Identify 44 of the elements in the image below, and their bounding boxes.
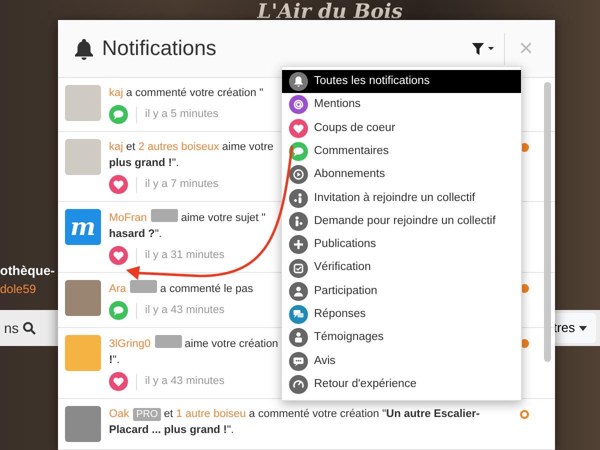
filter-option[interactable]: Réponses [282,302,521,326]
member-badge [150,209,178,222]
notification-text: hasard ?". [109,227,162,242]
filter-option[interactable]: Publications [282,233,521,256]
filter-option[interactable]: Demande pour rejoindre un collectif [282,210,521,234]
status-dot[interactable] [520,410,529,419]
filter-option[interactable]: Témoignages [282,326,521,350]
timestamp: il y a 5 minutes [145,107,218,122]
notification-text: 3lGring0 aime votre création [109,335,278,352]
caret-icon [579,326,587,330]
page-heading: othèque- [0,262,55,280]
notification-text: Ara a commenté le pas [109,280,254,297]
avatar-image: m [65,209,101,245]
timestamp: il y a 31 minutes [145,248,224,264]
notification-text: !". [109,353,120,368]
filter-option[interactable]: Vérification [282,256,521,280]
search-icon[interactable] [22,322,36,334]
timestamp: il y a 43 minutes [145,303,224,318]
filter-option[interactable]: Toutes les notifications [282,70,521,94]
filter-option[interactable]: Participation [282,280,521,303]
filter-option[interactable]: Abonnements [282,163,521,186]
bell-icon [74,38,94,60]
filter-option[interactable]: Avis [282,350,521,373]
filter-option[interactable]: Commentaires [282,140,521,164]
notification-text: plus grand !". [109,156,179,171]
timestamp: il y a 43 minutes [145,374,224,390]
filter-option[interactable]: Retour d'expérience [282,372,521,396]
notification-text: kaj et 2 autres boiseux aime votre [109,140,274,155]
pro-badge: PRO [133,408,161,421]
scrollbar[interactable] [544,82,551,362]
notification-text: MoFran aime votre sujet " [109,209,266,226]
notification-text: kaj a commenté votre création " [109,86,264,101]
member-badge [130,280,158,293]
notification-text: Placard ... plus grand !". [109,423,234,438]
filter-option[interactable]: Invitation à rejoindre un collectif [282,186,521,210]
filter-option[interactable]: Mentions [282,93,521,117]
filter-option[interactable]: Coups de coeur [282,116,521,140]
user-link[interactable]: dole59 [0,280,36,298]
member-badge [154,335,182,348]
toolbar-label: ns [4,318,19,338]
timestamp: il y a 7 minutes [145,177,218,192]
notification-text: Oak PRO et 1 autre boiseu a commenté votre création "Un autre Escalier- [109,407,480,422]
site-logo[interactable]: L'Air du Bois [257,0,403,20]
modal-title: Notifications [102,36,216,62]
